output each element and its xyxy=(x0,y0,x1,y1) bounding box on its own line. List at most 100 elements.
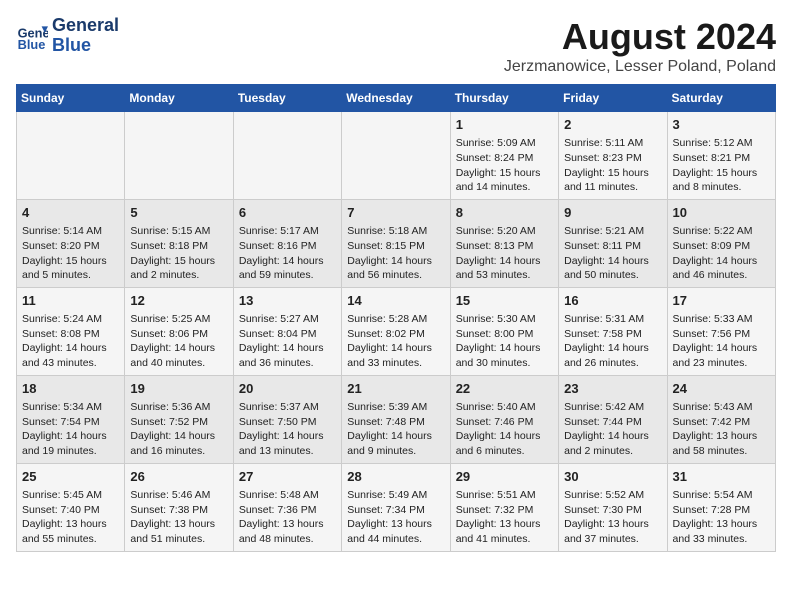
day-info: Sunrise: 5:33 AM Sunset: 7:56 PM Dayligh… xyxy=(673,312,770,371)
calendar-cell: 30 Sunrise: 5:52 AM Sunset: 7:30 PM Dayli… xyxy=(559,463,667,551)
day-info: Sunrise: 5:36 AM Sunset: 7:52 PM Dayligh… xyxy=(130,400,227,459)
weekday-header: Wednesday xyxy=(342,85,450,112)
day-number: 9 xyxy=(564,204,661,222)
calendar-cell: 4 Sunrise: 5:14 AM Sunset: 8:20 PM Daylig… xyxy=(17,199,125,287)
calendar-cell: 9 Sunrise: 5:21 AM Sunset: 8:11 PM Daylig… xyxy=(559,199,667,287)
weekday-header: Thursday xyxy=(450,85,558,112)
day-info: Sunrise: 5:54 AM Sunset: 7:28 PM Dayligh… xyxy=(673,488,770,547)
day-number: 27 xyxy=(239,468,336,486)
calendar-cell: 31 Sunrise: 5:54 AM Sunset: 7:28 PM Dayli… xyxy=(667,463,775,551)
calendar-week-row: 25Sunrise: 5:45 AM Sunset: 7:40 PM Dayli… xyxy=(17,463,776,551)
weekday-header: Friday xyxy=(559,85,667,112)
day-info: Sunrise: 5:51 AM Sunset: 7:32 PM Dayligh… xyxy=(456,488,553,547)
day-number: 1 xyxy=(456,116,553,134)
calendar-cell: 29Sunrise: 5:51 AM Sunset: 7:32 PM Dayli… xyxy=(450,463,558,551)
logo-icon: General Blue xyxy=(16,20,48,52)
day-number: 12 xyxy=(130,292,227,310)
calendar-cell xyxy=(233,112,341,200)
calendar-cell: 25Sunrise: 5:45 AM Sunset: 7:40 PM Dayli… xyxy=(17,463,125,551)
day-info: Sunrise: 5:14 AM Sunset: 8:20 PM Dayligh… xyxy=(22,224,119,283)
day-number: 15 xyxy=(456,292,553,310)
calendar-week-row: 1 Sunrise: 5:09 AM Sunset: 8:24 PM Daylig… xyxy=(17,112,776,200)
calendar-cell: 27 Sunrise: 5:48 AM Sunset: 7:36 PM Dayli… xyxy=(233,463,341,551)
logo: General Blue General Blue xyxy=(16,16,119,56)
day-info: Sunrise: 5:52 AM Sunset: 7:30 PM Dayligh… xyxy=(564,488,661,547)
calendar-cell: 21 Sunrise: 5:39 AM Sunset: 7:48 PM Dayli… xyxy=(342,375,450,463)
day-number: 3 xyxy=(673,116,770,134)
day-number: 20 xyxy=(239,380,336,398)
calendar-week-row: 11 Sunrise: 5:24 AM Sunset: 8:08 PM Dayli… xyxy=(17,287,776,375)
calendar-week-row: 4 Sunrise: 5:14 AM Sunset: 8:20 PM Daylig… xyxy=(17,199,776,287)
logo-line2: Blue xyxy=(52,36,119,56)
calendar-title: August 2024 xyxy=(504,16,776,58)
logo-line1: General xyxy=(52,16,119,36)
calendar-cell: 3 Sunrise: 5:12 AM Sunset: 8:21 PM Daylig… xyxy=(667,112,775,200)
calendar-cell: 1 Sunrise: 5:09 AM Sunset: 8:24 PM Daylig… xyxy=(450,112,558,200)
calendar-cell xyxy=(342,112,450,200)
day-number: 24 xyxy=(673,380,770,398)
calendar-cell: 10 Sunrise: 5:22 AM Sunset: 8:09 PM Dayli… xyxy=(667,199,775,287)
day-info: Sunrise: 5:34 AM Sunset: 7:54 PM Dayligh… xyxy=(22,400,119,459)
day-info: Sunrise: 5:40 AM Sunset: 7:46 PM Dayligh… xyxy=(456,400,553,459)
weekday-header: Tuesday xyxy=(233,85,341,112)
day-info: Sunrise: 5:42 AM Sunset: 7:44 PM Dayligh… xyxy=(564,400,661,459)
day-number: 26 xyxy=(130,468,227,486)
calendar-cell: 6Sunrise: 5:17 AM Sunset: 8:16 PM Daylig… xyxy=(233,199,341,287)
day-number: 4 xyxy=(22,204,119,222)
day-info: Sunrise: 5:28 AM Sunset: 8:02 PM Dayligh… xyxy=(347,312,444,371)
calendar-cell: 18 Sunrise: 5:34 AM Sunset: 7:54 PM Dayli… xyxy=(17,375,125,463)
day-info: Sunrise: 5:22 AM Sunset: 8:09 PM Dayligh… xyxy=(673,224,770,283)
day-info: Sunrise: 5:12 AM Sunset: 8:21 PM Dayligh… xyxy=(673,136,770,195)
day-number: 6 xyxy=(239,204,336,222)
day-number: 28 xyxy=(347,468,444,486)
day-info: Sunrise: 5:43 AM Sunset: 7:42 PM Dayligh… xyxy=(673,400,770,459)
day-number: 14 xyxy=(347,292,444,310)
day-number: 22 xyxy=(456,380,553,398)
calendar-cell: 26 Sunrise: 5:46 AM Sunset: 7:38 PM Dayli… xyxy=(125,463,233,551)
day-number: 2 xyxy=(564,116,661,134)
day-number: 11 xyxy=(22,292,119,310)
day-info: Sunrise: 5:27 AM Sunset: 8:04 PM Dayligh… xyxy=(239,312,336,371)
day-info: Sunrise: 5:48 AM Sunset: 7:36 PM Dayligh… xyxy=(239,488,336,547)
day-info: Sunrise: 5:49 AM Sunset: 7:34 PM Dayligh… xyxy=(347,488,444,547)
day-number: 16 xyxy=(564,292,661,310)
calendar-cell: 28 Sunrise: 5:49 AM Sunset: 7:34 PM Dayli… xyxy=(342,463,450,551)
day-number: 10 xyxy=(673,204,770,222)
calendar-cell: 11 Sunrise: 5:24 AM Sunset: 8:08 PM Dayli… xyxy=(17,287,125,375)
day-number: 30 xyxy=(564,468,661,486)
calendar-cell: 7 Sunrise: 5:18 AM Sunset: 8:15 PM Daylig… xyxy=(342,199,450,287)
calendar-subtitle: Jerzmanowice, Lesser Poland, Poland xyxy=(504,58,776,76)
calendar-week-row: 18 Sunrise: 5:34 AM Sunset: 7:54 PM Dayli… xyxy=(17,375,776,463)
calendar-cell: 15 Sunrise: 5:30 AM Sunset: 8:00 PM Dayli… xyxy=(450,287,558,375)
day-number: 17 xyxy=(673,292,770,310)
day-info: Sunrise: 5:37 AM Sunset: 7:50 PM Dayligh… xyxy=(239,400,336,459)
day-info: Sunrise: 5:24 AM Sunset: 8:08 PM Dayligh… xyxy=(22,312,119,371)
day-info: Sunrise: 5:30 AM Sunset: 8:00 PM Dayligh… xyxy=(456,312,553,371)
day-info: Sunrise: 5:46 AM Sunset: 7:38 PM Dayligh… xyxy=(130,488,227,547)
day-number: 5 xyxy=(130,204,227,222)
day-info: Sunrise: 5:21 AM Sunset: 8:11 PM Dayligh… xyxy=(564,224,661,283)
calendar-cell: 14 Sunrise: 5:28 AM Sunset: 8:02 PM Dayli… xyxy=(342,287,450,375)
day-number: 8 xyxy=(456,204,553,222)
day-info: Sunrise: 5:20 AM Sunset: 8:13 PM Dayligh… xyxy=(456,224,553,283)
weekday-header: Monday xyxy=(125,85,233,112)
calendar-cell: 22 Sunrise: 5:40 AM Sunset: 7:46 PM Dayli… xyxy=(450,375,558,463)
weekday-header-row: SundayMondayTuesdayWednesdayThursdayFrid… xyxy=(17,85,776,112)
calendar-cell xyxy=(17,112,125,200)
weekday-header: Saturday xyxy=(667,85,775,112)
day-number: 7 xyxy=(347,204,444,222)
day-info: Sunrise: 5:18 AM Sunset: 8:15 PM Dayligh… xyxy=(347,224,444,283)
day-number: 23 xyxy=(564,380,661,398)
calendar-cell: 19Sunrise: 5:36 AM Sunset: 7:52 PM Dayli… xyxy=(125,375,233,463)
day-number: 21 xyxy=(347,380,444,398)
calendar-cell: 5Sunrise: 5:15 AM Sunset: 8:18 PM Daylig… xyxy=(125,199,233,287)
calendar-cell: 8 Sunrise: 5:20 AM Sunset: 8:13 PM Daylig… xyxy=(450,199,558,287)
day-info: Sunrise: 5:39 AM Sunset: 7:48 PM Dayligh… xyxy=(347,400,444,459)
calendar-cell: 16Sunrise: 5:31 AM Sunset: 7:58 PM Dayli… xyxy=(559,287,667,375)
day-number: 18 xyxy=(22,380,119,398)
day-info: Sunrise: 5:25 AM Sunset: 8:06 PM Dayligh… xyxy=(130,312,227,371)
day-info: Sunrise: 5:09 AM Sunset: 8:24 PM Dayligh… xyxy=(456,136,553,195)
svg-text:Blue: Blue xyxy=(18,37,46,52)
calendar-cell: 13Sunrise: 5:27 AM Sunset: 8:04 PM Dayli… xyxy=(233,287,341,375)
day-number: 31 xyxy=(673,468,770,486)
